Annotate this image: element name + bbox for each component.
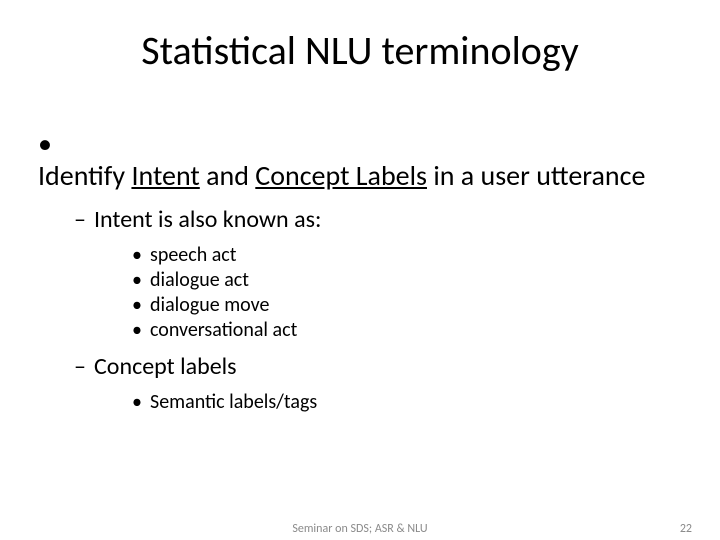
bullet-level3: •conversational act [132, 318, 680, 343]
bullet-text: Semantic labels/tags [150, 390, 317, 414]
bullet-text: dialogue act [150, 268, 249, 292]
bullet-text: dialogue move [150, 293, 269, 317]
bullet-dot-icon: • [132, 293, 150, 318]
slide-title: Statistical NLU terminology [0, 26, 720, 75]
bullet-dot-icon: • [38, 128, 60, 160]
bullet-level2: –Concept labels [74, 353, 680, 382]
bullet-dot-icon: • [132, 268, 150, 293]
level3-group: •Semantic labels/tags [38, 390, 680, 415]
text-fragment: and [200, 158, 256, 193]
underlined-term: Intent [131, 158, 199, 193]
bullet-text: Concept labels [94, 352, 237, 381]
bullet-text: speech act [150, 243, 236, 267]
slide: Statistical NLU terminology • Identify I… [0, 0, 720, 540]
bullet-dot-icon: • [132, 390, 150, 415]
bullet-level3: •dialogue act [132, 268, 680, 293]
bullet-level2: –Intent is also known as: [74, 206, 680, 235]
slide-body: • Identify Intent and Concept Labels in … [38, 128, 680, 425]
level3-group: •speech act •dialogue act •dialogue move… [38, 243, 680, 343]
bullet-text: Intent is also known as: [94, 205, 321, 234]
underlined-term: Concept Labels [255, 158, 427, 193]
text-fragment: in a user utterance [427, 158, 645, 193]
bullet-dot-icon: • [132, 318, 150, 343]
footer-center-text: Seminar on SDS; ASR & NLU [0, 522, 720, 536]
bullet-level1: • Identify Intent and Concept Labels in … [38, 128, 680, 192]
text-fragment: Identify [38, 158, 131, 193]
bullet-text: conversational act [150, 318, 297, 342]
bullet-dot-icon: • [132, 243, 150, 268]
dash-icon: – [74, 206, 94, 235]
bullet-level3: •speech act [132, 243, 680, 268]
bullet-text: Identify Intent and Concept Labels in a … [38, 160, 654, 192]
bullet-level3: •dialogue move [132, 293, 680, 318]
dash-icon: – [74, 353, 94, 382]
slide-number: 22 [680, 522, 692, 536]
bullet-level3: •Semantic labels/tags [132, 390, 680, 415]
